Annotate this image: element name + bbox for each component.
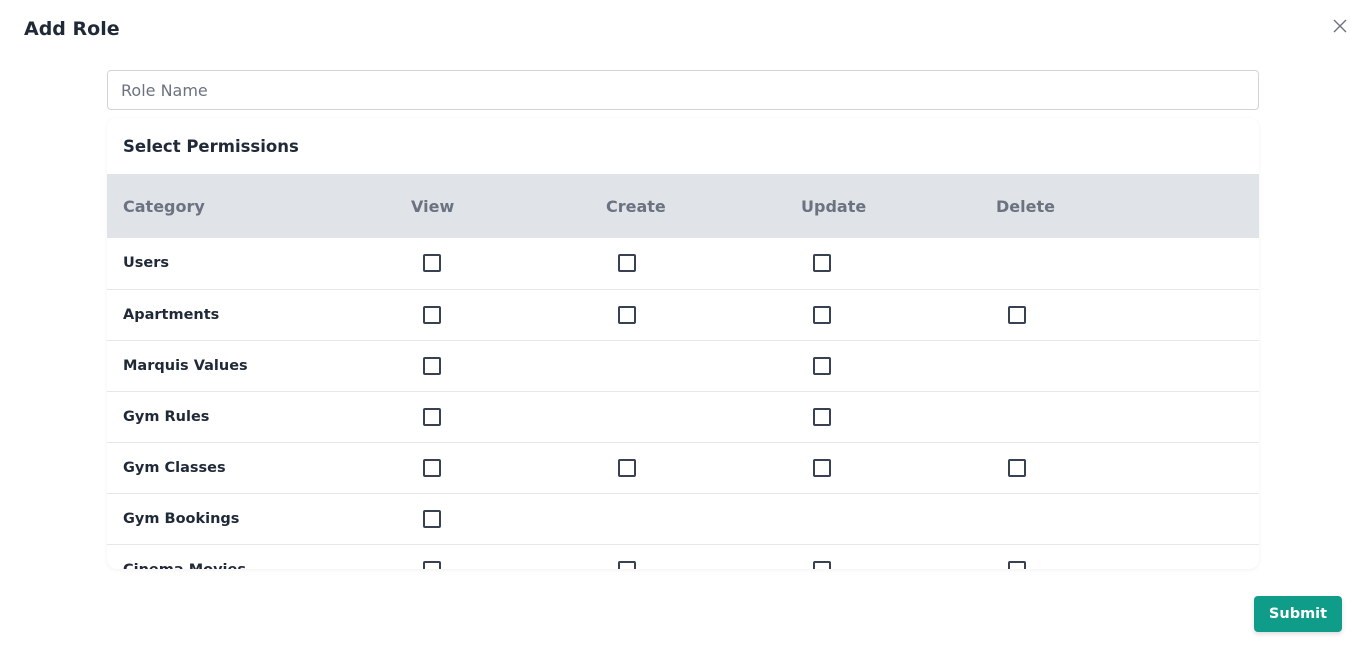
checkbox-apartments-update[interactable] bbox=[813, 305, 831, 324]
cell-gym-classes-create bbox=[590, 442, 785, 494]
checkbox-apartments-create[interactable] bbox=[618, 305, 636, 324]
cell-gym-rules-delete bbox=[980, 391, 1175, 443]
cell-marquis-values-update bbox=[785, 340, 980, 392]
header-delete: Delete bbox=[980, 174, 1175, 238]
header-spacer bbox=[1175, 174, 1259, 238]
checkbox-apartments-delete[interactable] bbox=[1008, 305, 1026, 324]
checkbox-gym-classes-create[interactable] bbox=[618, 458, 636, 477]
cell-apartments-view bbox=[395, 289, 590, 341]
row-spacer bbox=[1175, 544, 1259, 569]
checkbox-gym-classes-delete[interactable] bbox=[1008, 458, 1026, 477]
table-row: Apartments bbox=[107, 289, 1259, 341]
table-row: Marquis Values bbox=[107, 340, 1259, 392]
checkbox-gym-classes-view[interactable] bbox=[423, 458, 441, 477]
cell-gym-bookings-delete bbox=[980, 493, 1175, 545]
permissions-table-body: Users Apartments Marquis Values Gym Rules Gy… bbox=[107, 238, 1259, 569]
row-spacer bbox=[1175, 442, 1259, 494]
cell-gym-rules-create bbox=[590, 391, 785, 443]
cell-apartments-delete bbox=[980, 289, 1175, 341]
row-spacer bbox=[1175, 391, 1259, 443]
checkbox-gym-classes-update[interactable] bbox=[813, 458, 831, 477]
table-row: Gym Classes bbox=[107, 442, 1259, 494]
checkbox-gym-rules-view[interactable] bbox=[423, 407, 441, 426]
add-role-modal: Add Role Select Permissions Category Vie… bbox=[0, 0, 1366, 656]
permissions-scroll-area[interactable]: Category View Create Update Delete Users… bbox=[107, 174, 1259, 569]
cell-gym-classes-delete bbox=[980, 442, 1175, 494]
table-row: Users bbox=[107, 238, 1259, 290]
table-row: Cinema Movies bbox=[107, 544, 1259, 569]
cell-users-delete bbox=[980, 238, 1175, 290]
category-label-gym-classes: Gym Classes bbox=[107, 442, 395, 494]
row-spacer bbox=[1175, 340, 1259, 392]
category-label-marquis-values: Marquis Values bbox=[107, 340, 395, 392]
cell-gym-rules-view bbox=[395, 391, 590, 443]
modal-title: Add Role bbox=[24, 18, 120, 40]
cell-users-create bbox=[590, 238, 785, 290]
checkbox-marquis-values-update[interactable] bbox=[813, 356, 831, 375]
category-label-users: Users bbox=[107, 238, 395, 290]
row-spacer bbox=[1175, 238, 1259, 290]
header-update: Update bbox=[785, 174, 980, 238]
category-label-gym-rules: Gym Rules bbox=[107, 391, 395, 443]
cell-marquis-values-create bbox=[590, 340, 785, 392]
row-spacer bbox=[1175, 289, 1259, 341]
cell-cinema-movies-create bbox=[590, 544, 785, 569]
checkbox-gym-rules-update[interactable] bbox=[813, 407, 831, 426]
cell-users-view bbox=[395, 238, 590, 290]
permissions-card: Select Permissions Category View Create … bbox=[107, 118, 1259, 569]
permissions-table: Category View Create Update Delete Users… bbox=[107, 174, 1259, 569]
header-view: View bbox=[395, 174, 590, 238]
category-label-apartments: Apartments bbox=[107, 289, 395, 341]
cell-cinema-movies-view bbox=[395, 544, 590, 569]
cell-cinema-movies-delete bbox=[980, 544, 1175, 569]
cell-gym-classes-update bbox=[785, 442, 980, 494]
checkbox-cinema-movies-view[interactable] bbox=[423, 560, 441, 569]
checkbox-users-update[interactable] bbox=[813, 254, 831, 273]
cell-gym-rules-update bbox=[785, 391, 980, 443]
submit-button[interactable]: Submit bbox=[1254, 596, 1342, 632]
cell-gym-bookings-create bbox=[590, 493, 785, 545]
cell-marquis-values-view bbox=[395, 340, 590, 392]
checkbox-apartments-view[interactable] bbox=[423, 305, 441, 324]
cell-gym-classes-view bbox=[395, 442, 590, 494]
cell-marquis-values-delete bbox=[980, 340, 1175, 392]
cell-gym-bookings-view bbox=[395, 493, 590, 545]
table-header-row: Category View Create Update Delete bbox=[107, 174, 1259, 238]
table-row: Gym Bookings bbox=[107, 493, 1259, 545]
close-button[interactable] bbox=[1331, 17, 1349, 35]
checkbox-users-view[interactable] bbox=[423, 254, 441, 273]
checkbox-cinema-movies-create[interactable] bbox=[618, 560, 636, 569]
close-icon bbox=[1333, 19, 1347, 33]
category-label-gym-bookings: Gym Bookings bbox=[107, 493, 395, 545]
permissions-title: Select Permissions bbox=[123, 136, 299, 156]
cell-users-update bbox=[785, 238, 980, 290]
role-name-input[interactable] bbox=[107, 70, 1259, 110]
cell-apartments-create bbox=[590, 289, 785, 341]
table-row: Gym Rules bbox=[107, 391, 1259, 443]
checkbox-marquis-values-view[interactable] bbox=[423, 356, 441, 375]
checkbox-gym-bookings-view[interactable] bbox=[423, 509, 441, 528]
checkbox-cinema-movies-delete[interactable] bbox=[1008, 560, 1026, 569]
checkbox-cinema-movies-update[interactable] bbox=[813, 560, 831, 569]
category-label-cinema-movies: Cinema Movies bbox=[107, 544, 395, 569]
header-create: Create bbox=[590, 174, 785, 238]
cell-cinema-movies-update bbox=[785, 544, 980, 569]
cell-gym-bookings-update bbox=[785, 493, 980, 545]
row-spacer bbox=[1175, 493, 1259, 545]
cell-apartments-update bbox=[785, 289, 980, 341]
header-category: Category bbox=[107, 174, 395, 238]
checkbox-users-create[interactable] bbox=[618, 254, 636, 273]
